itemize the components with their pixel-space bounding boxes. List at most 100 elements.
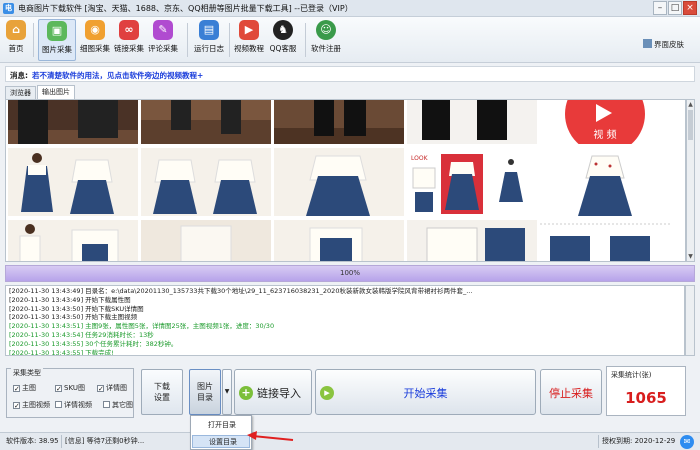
message-bar: 消息: 若不清楚软件的用法，见点击软件旁边的视频教程+ bbox=[5, 66, 695, 82]
image-directory-dropdown-button[interactable]: ▼ bbox=[222, 369, 232, 415]
status-version: 软件版本: 38.95 bbox=[6, 437, 59, 445]
palette-icon bbox=[643, 39, 652, 48]
image-thumbnail[interactable] bbox=[407, 220, 537, 261]
skin-button[interactable]: 界面皮肤 bbox=[643, 39, 684, 50]
menu-item-set-directory[interactable]: 设置目录 bbox=[192, 435, 250, 448]
checkbox-icon: ✓ bbox=[97, 385, 104, 393]
checkbox-label: 主图视频 bbox=[22, 401, 50, 409]
video-thumbnail[interactable]: 视 频 bbox=[540, 100, 670, 144]
look-label: LOOK bbox=[411, 155, 429, 162]
chevron-down-icon: ▼ bbox=[224, 388, 230, 395]
toolbar-run-log-label: 运行日志 bbox=[194, 44, 224, 53]
close-button[interactable]: × bbox=[683, 1, 697, 15]
directory-dropdown-menu: 打开目录 设置目录 bbox=[190, 415, 252, 450]
image-thumbnail[interactable] bbox=[141, 220, 271, 261]
checkbox-sku-image[interactable]: ✓ SKU图 bbox=[55, 383, 85, 393]
stats-count: 1065 bbox=[625, 389, 667, 407]
image-gallery: 视 频 LOOK bbox=[5, 99, 686, 262]
pointer-arrow-icon bbox=[247, 431, 294, 441]
checkbox-label: 详情视频 bbox=[64, 401, 92, 409]
detail-image-icon: ◉ bbox=[85, 20, 105, 40]
maximize-button[interactable]: □ bbox=[668, 1, 682, 15]
image-collect-icon: ▣ bbox=[47, 21, 67, 41]
toolbar-separator bbox=[33, 23, 34, 57]
collect-type-title: 采集类型 bbox=[11, 368, 43, 378]
image-thumbnail[interactable] bbox=[274, 100, 404, 144]
image-thumbnail[interactable] bbox=[8, 220, 138, 261]
status-bar: 软件版本: 38.95 [信息] 等待7还剩0秒钟... 授权到期: 2020-… bbox=[0, 432, 700, 450]
log-line: [2020-11-30 13:43:54] 任务29消耗时长：13秒 bbox=[9, 330, 154, 339]
image-thumbnail[interactable]: LOOK bbox=[407, 148, 537, 216]
stop-collect-button[interactable]: 停止采集 bbox=[540, 369, 602, 415]
toolbar-qq-service-label: QQ客服 bbox=[269, 44, 297, 53]
toolbar-image-collect-label: 图片采集 bbox=[42, 45, 72, 54]
toolbar-link-collect[interactable]: ∞ 链接采集 bbox=[112, 19, 146, 61]
log-line: [2020-11-30 13:43:55] 下载完成! bbox=[9, 348, 114, 356]
log-icon: ▤ bbox=[199, 20, 219, 40]
comment-icon: ✎ bbox=[153, 20, 173, 40]
stats-title: 采集统计(张) bbox=[611, 371, 652, 379]
checkbox-other-image[interactable]: 其它图 bbox=[103, 400, 133, 410]
toolbar-run-log[interactable]: ▤ 运行日志 bbox=[192, 19, 226, 61]
image-thumbnail[interactable] bbox=[274, 148, 404, 216]
scroll-thumb[interactable] bbox=[688, 110, 693, 140]
log-line: [2020-11-30 13:43:55] 30个任务累计耗时：382秒钟。 bbox=[9, 339, 178, 348]
log-panel: [2020-11-30 13:43:49] 目录名：e:\data\202011… bbox=[5, 285, 685, 356]
minimize-button[interactable]: – bbox=[653, 1, 667, 15]
checkbox-icon bbox=[55, 401, 62, 408]
toolbar-detail-image[interactable]: ◉ 细图采集 bbox=[78, 19, 112, 61]
checkbox-main-video[interactable]: ✓ 主图视频 bbox=[13, 400, 50, 410]
toolbar-image-collect[interactable]: ▣ 图片采集 bbox=[38, 19, 76, 61]
stop-collect-label: 停止采集 bbox=[549, 387, 593, 400]
log-line: [2020-11-30 13:43:49] 开始下载属性图 bbox=[9, 295, 131, 304]
link-import-button[interactable]: + 链接导入 bbox=[234, 369, 312, 415]
status-expire-date: 授权到期: 2020-12-29 bbox=[602, 437, 676, 445]
start-collect-button[interactable]: ▸ 开始采集 bbox=[315, 369, 536, 415]
tab-browser[interactable]: 浏览器 bbox=[5, 86, 36, 99]
log-scrollbar[interactable] bbox=[685, 285, 695, 356]
image-thumbnail[interactable] bbox=[407, 100, 537, 144]
toolbar-register[interactable]: ☺ 软件注册 bbox=[309, 19, 343, 61]
checkbox-main-image[interactable]: ✓ 主图 bbox=[13, 383, 36, 393]
add-icon: + bbox=[239, 386, 253, 400]
qq-icon: ♞ bbox=[273, 20, 293, 40]
checkbox-label: 详情图 bbox=[106, 384, 127, 392]
checkbox-detail-image[interactable]: ✓ 详情图 bbox=[97, 383, 127, 393]
image-directory-button[interactable]: 图片 目录 bbox=[189, 369, 221, 415]
menu-item-open-directory[interactable]: 打开目录 bbox=[192, 419, 250, 432]
status-info: [信息] 等待7还剩0秒钟... bbox=[65, 437, 145, 445]
link-import-label: 链接导入 bbox=[257, 387, 301, 400]
toolbar-home[interactable]: ⌂ 首页 bbox=[3, 19, 29, 61]
log-line: [2020-11-30 13:43:50] 开始下载主图视频 bbox=[9, 313, 138, 322]
image-thumbnail[interactable] bbox=[141, 100, 271, 144]
scroll-up-arrow-icon[interactable]: ▲ bbox=[687, 100, 694, 109]
gallery-scrollbar[interactable]: ▲ ▼ bbox=[686, 99, 695, 262]
image-thumbnail[interactable] bbox=[540, 148, 670, 216]
log-line: [2020-11-30 13:43:49] 目录名：e:\data\202011… bbox=[9, 287, 473, 295]
help-icon[interactable]: ✉ bbox=[680, 435, 694, 449]
download-settings-button[interactable]: 下载 设置 bbox=[141, 369, 183, 415]
user-register-icon: ☺ bbox=[316, 20, 336, 40]
checkbox-detail-video[interactable]: 详情视频 bbox=[55, 400, 92, 410]
checkbox-icon: ✓ bbox=[13, 385, 20, 393]
toolbar-home-label: 首页 bbox=[8, 44, 24, 53]
image-thumbnail[interactable] bbox=[8, 100, 138, 144]
toolbar-video-tutorial[interactable]: ▶ 视频教程 bbox=[232, 19, 266, 61]
toolbar-separator bbox=[305, 23, 306, 57]
tab-output-images[interactable]: 输出图片 bbox=[37, 85, 75, 99]
link-icon: ∞ bbox=[119, 20, 139, 40]
progress-label: 100% bbox=[339, 269, 360, 277]
image-thumbnail[interactable] bbox=[540, 220, 670, 261]
video-label: 视 频 bbox=[593, 128, 616, 141]
image-thumbnail[interactable] bbox=[141, 148, 271, 216]
checkbox-icon: ✓ bbox=[55, 385, 62, 393]
toolbar-comment-collect[interactable]: ✎ 评论采集 bbox=[146, 19, 180, 61]
toolbar-qq-service[interactable]: ♞ QQ客服 bbox=[266, 19, 300, 61]
checkbox-label: SKU图 bbox=[64, 384, 85, 392]
message-text[interactable]: 若不清楚软件的用法，见点击软件旁边的视频教程+ bbox=[32, 70, 203, 81]
scroll-down-arrow-icon[interactable]: ▼ bbox=[687, 252, 694, 261]
title-bar: 电 电商图片下载软件 [淘宝、天猫、1688、京东、QQ相册等图片批量下载工具]… bbox=[0, 0, 700, 17]
image-thumbnail[interactable] bbox=[8, 148, 138, 216]
home-icon: ⌂ bbox=[6, 20, 26, 40]
image-thumbnail[interactable] bbox=[274, 220, 404, 261]
